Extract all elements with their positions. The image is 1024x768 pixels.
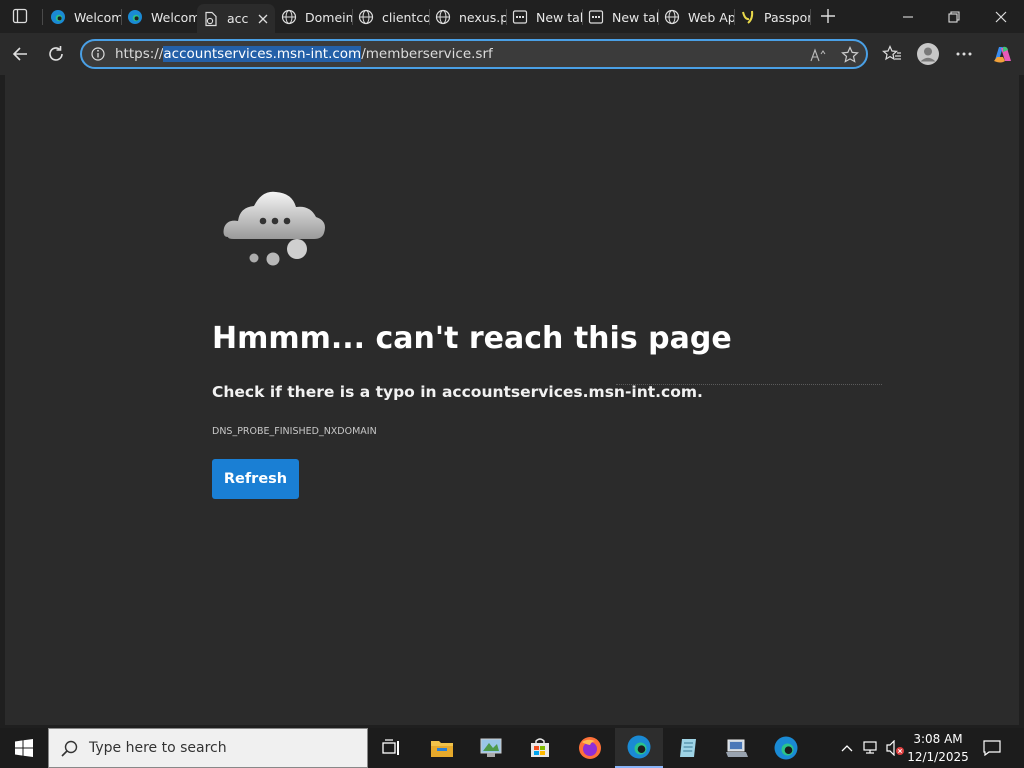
tab-separator	[42, 9, 43, 25]
tab-passport[interactable]: Passpor	[734, 4, 810, 30]
edge-icon	[50, 9, 66, 25]
url-host: accountservices.msn-int.com	[163, 46, 362, 62]
tab-welcome-2[interactable]: Welcom	[121, 4, 197, 30]
taskbar-search-box[interactable]: Type here to search	[48, 728, 368, 768]
tab-label: Welcom	[74, 9, 121, 25]
tab-label: Passpor	[764, 9, 810, 25]
document-error-icon	[203, 11, 219, 27]
globe-icon	[281, 9, 297, 25]
favorites-icon[interactable]	[878, 40, 906, 68]
new-tab-icon	[588, 9, 604, 25]
tab-actions-icon[interactable]	[8, 6, 32, 26]
back-icon[interactable]	[6, 40, 34, 68]
tab-label: New tal	[536, 9, 582, 25]
favorite-star-icon[interactable]	[839, 45, 861, 65]
refresh-button[interactable]: Refresh	[212, 459, 299, 499]
tab-bar: Welcom Welcom acc Domein clientco nexus.…	[0, 0, 1024, 33]
address-bar[interactable]: https://accountservices.msn-int.com/memb…	[80, 39, 868, 69]
edge-dev-icon[interactable]	[762, 728, 810, 768]
show-hidden-icons-icon[interactable]	[838, 728, 856, 768]
tab-separator	[810, 9, 811, 25]
tab-label: clientco	[382, 9, 429, 25]
search-icon	[59, 738, 79, 758]
tab-domein[interactable]: Domein	[275, 4, 352, 30]
url-path: /memberservice.srf	[361, 46, 493, 62]
minimize-icon[interactable]	[885, 0, 931, 33]
copilot-icon[interactable]	[988, 40, 1016, 68]
edge-icon	[127, 9, 143, 25]
tab-web-ap[interactable]: Web Ap	[658, 4, 734, 30]
reload-icon[interactable]	[42, 40, 70, 68]
tab-label: Welcom	[151, 9, 197, 25]
tab-active[interactable]: acc	[197, 4, 275, 33]
file-explorer-icon[interactable]	[418, 728, 466, 768]
close-tab-icon[interactable]	[254, 10, 272, 28]
tab-label: Domein	[305, 9, 352, 25]
tab-label: New tal	[612, 9, 658, 25]
globe-icon	[358, 9, 374, 25]
clock-date: 12/1/2025	[907, 750, 969, 764]
toolbar: https://accountservices.msn-int.com/memb…	[0, 33, 1024, 75]
windows-start-icon[interactable]	[0, 728, 48, 768]
tab-label: Web Ap	[688, 9, 734, 25]
tab-label: nexus.p	[459, 9, 506, 25]
task-view-icon[interactable]	[368, 728, 416, 768]
tab-label: acc	[227, 11, 249, 26]
notepad-icon[interactable]	[664, 728, 712, 768]
url-text[interactable]: https://accountservices.msn-int.com/memb…	[115, 46, 493, 62]
tab-nexus[interactable]: nexus.p	[429, 4, 506, 30]
network-status-icon[interactable]	[860, 728, 882, 768]
url-scheme: https://	[115, 46, 164, 62]
error-title: Hmmm... can't reach this page	[212, 321, 732, 356]
tab-clientco[interactable]: clientco	[352, 4, 429, 30]
firefox-icon[interactable]	[566, 728, 614, 768]
taskbar-clock[interactable]: 3:08 AM 12/1/2025	[906, 730, 970, 766]
new-tab-button[interactable]	[817, 6, 839, 26]
globe-icon	[435, 9, 451, 25]
edge-taskbar-icon[interactable]	[615, 728, 663, 768]
divider	[616, 384, 882, 385]
tab-new-2[interactable]: New tal	[582, 4, 658, 30]
volume-muted-icon[interactable]	[884, 728, 906, 768]
tab-new-1[interactable]: New tal	[506, 4, 582, 30]
cloud-error-illustration	[218, 185, 330, 267]
passport-icon	[740, 9, 756, 25]
search-placeholder: Type here to search	[89, 740, 227, 756]
profile-avatar-icon[interactable]	[914, 40, 942, 68]
more-options-icon[interactable]	[950, 40, 978, 68]
taskbar: Type here to search 3:08 AM 12/1/2025	[0, 728, 1024, 768]
store-icon[interactable]	[516, 728, 564, 768]
site-info-icon[interactable]	[90, 46, 106, 62]
control-panel-icon[interactable]	[467, 728, 515, 768]
tab-welcome-1[interactable]: Welcom	[44, 4, 121, 30]
new-tab-icon	[512, 9, 528, 25]
network-app-icon[interactable]	[713, 728, 761, 768]
close-window-icon[interactable]	[978, 0, 1024, 33]
clock-time: 3:08 AM	[913, 732, 963, 746]
read-aloud-icon[interactable]	[808, 45, 830, 65]
restore-icon[interactable]	[931, 0, 977, 33]
error-code: DNS_PROBE_FINISHED_NXDOMAIN	[212, 426, 377, 437]
error-message: Check if there is a typo in accountservi…	[212, 383, 703, 401]
globe-icon	[664, 9, 680, 25]
notifications-icon[interactable]	[980, 728, 1004, 768]
